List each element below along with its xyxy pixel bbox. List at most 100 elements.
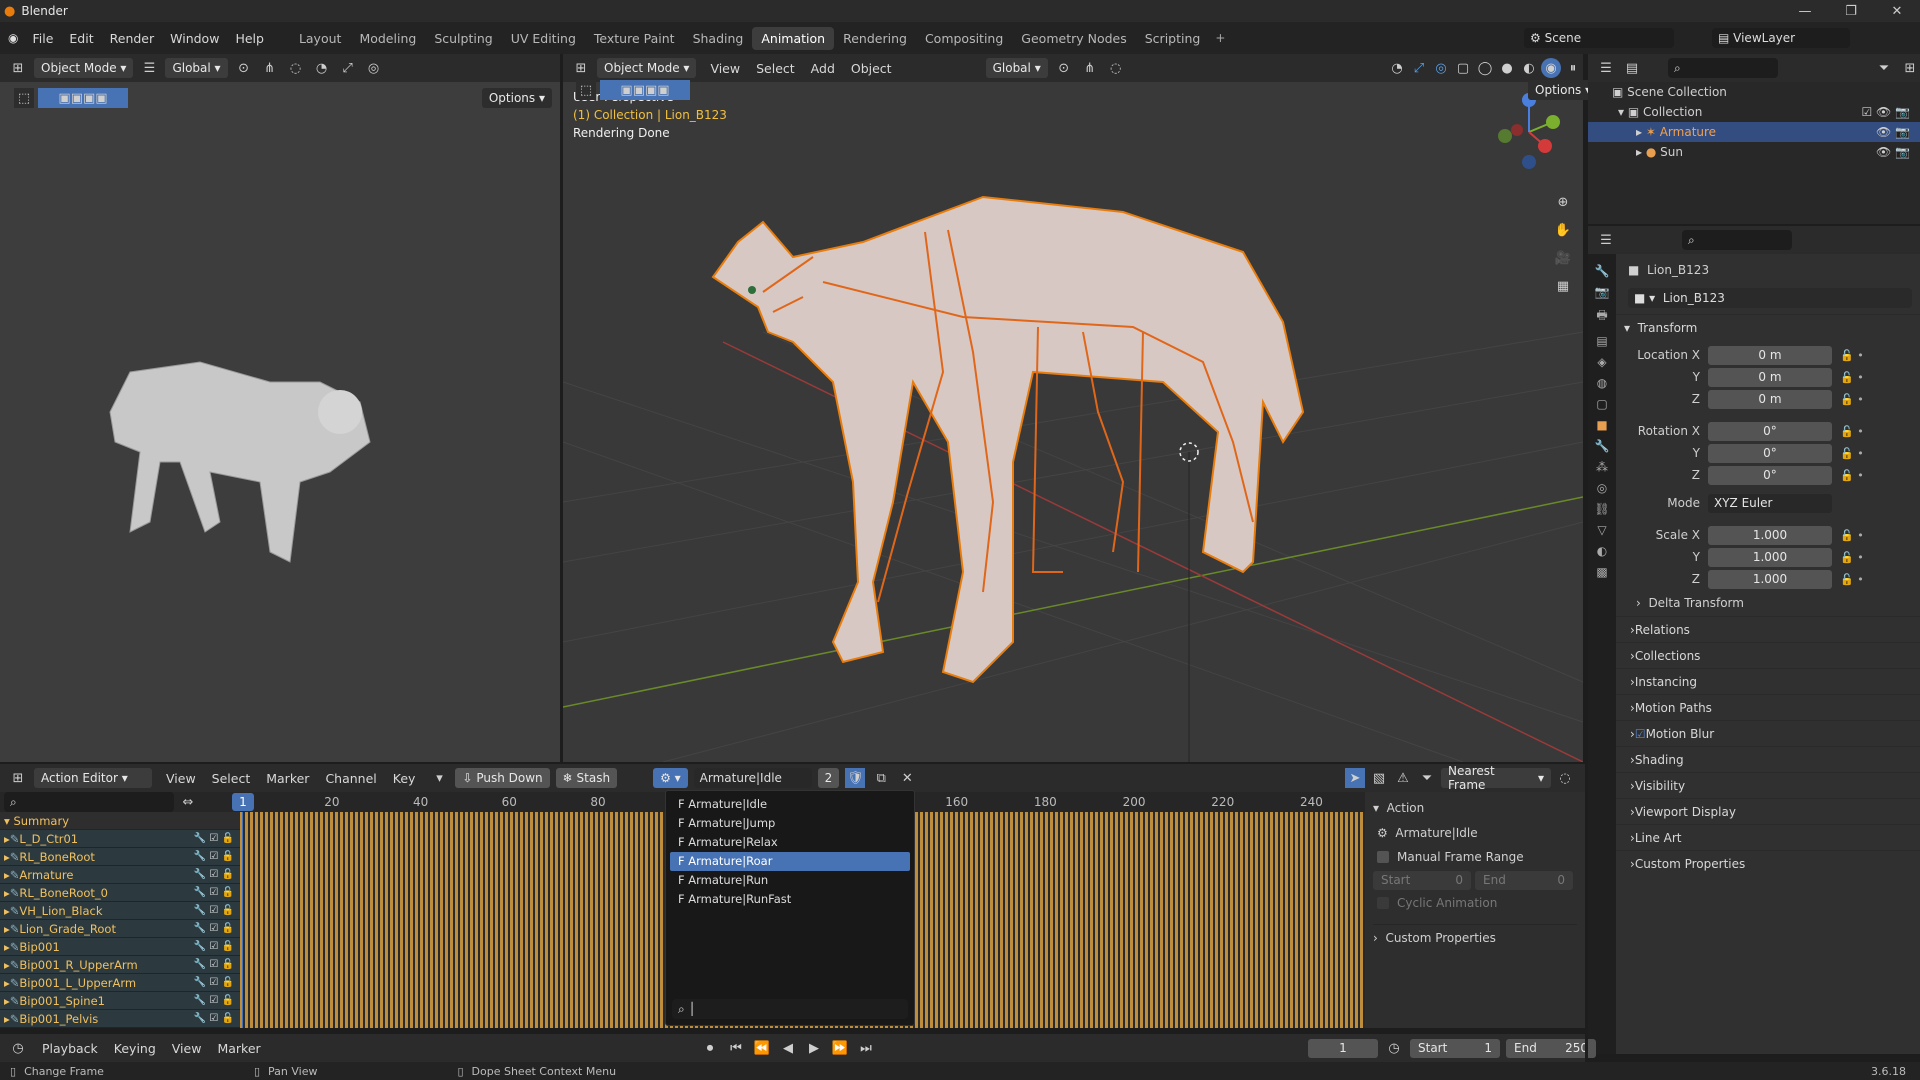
output-tab-icon[interactable]: 🖶 <box>1596 306 1607 327</box>
channel-toggle-icons[interactable]: 🔧 ☑ 🔓 <box>194 959 234 970</box>
channel-row[interactable]: ▸ ✎ Bip001_Pelvis 🔧 ☑ 🔓 <box>0 1010 240 1028</box>
pivot-icon[interactable]: ⊙ <box>1054 58 1074 78</box>
tab-compositing[interactable]: Compositing <box>916 27 1012 50</box>
transform-value-field[interactable]: 0° <box>1708 465 1832 485</box>
pivot-icon[interactable]: ⊙ <box>234 58 254 78</box>
transform-value-field[interactable]: 1.000 <box>1708 547 1832 567</box>
left-viewport[interactable]: ⬚ ▣▣▣▣ Options ▾ <box>0 82 560 762</box>
editor-type-icon[interactable]: ⊞ <box>571 58 591 78</box>
particles-tab-icon[interactable]: ⁂ <box>1596 460 1608 474</box>
timeline-menu-view[interactable]: View <box>164 1041 210 1056</box>
jump-prev-key-icon[interactable]: ⏪ <box>752 1038 772 1058</box>
modifier-tab-icon[interactable]: 🔧 <box>1595 439 1610 453</box>
visibility-toggles[interactable]: 👁 📷 <box>1876 125 1910 139</box>
action-list-item[interactable]: F Armature|Jump <box>670 814 910 833</box>
delta-transform-row[interactable]: › Delta Transform <box>1616 590 1920 616</box>
action-menu-select[interactable]: Select <box>204 771 259 786</box>
collection-tab-icon[interactable]: ▢ <box>1596 397 1607 411</box>
only-selected-icon[interactable]: ➤ <box>1345 768 1365 788</box>
object-datablock-field[interactable]: ■ ▾ Lion_B123 <box>1628 288 1912 308</box>
editor-type-icon[interactable]: ⊞ <box>8 58 28 78</box>
left-mode-dropdown[interactable]: Object Mode ▾ <box>34 58 134 78</box>
channel-toggle-icons[interactable]: 🔧 ☑ 🔓 <box>194 923 234 934</box>
lock-icon[interactable]: 🔓 • <box>1840 393 1864 406</box>
rotation-mode-dropdown[interactable]: XYZ Euler <box>1708 493 1832 513</box>
channel-toggle-icons[interactable]: 🔧 ☑ 🔓 <box>194 851 234 862</box>
record-icon[interactable]: ⏺ <box>700 1038 720 1058</box>
filter-icon[interactable]: ⏷ <box>1874 58 1894 78</box>
left-orientation-dropdown[interactable]: Global ▾ <box>165 58 228 78</box>
visibility-toggles[interactable]: 👁 📷 <box>1876 145 1910 159</box>
editor-type-icon[interactable]: ☰ <box>1596 58 1616 78</box>
proportional-icon[interactable]: ◌ <box>1106 58 1126 78</box>
pause-icon[interactable]: ⏸ <box>1563 58 1583 78</box>
section-relations[interactable]: › Relations <box>1616 616 1920 642</box>
lock-icon[interactable]: 🔓 • <box>1840 447 1864 460</box>
channel-toggle-icons[interactable]: 🔧 ☑ 🔓 <box>194 1013 234 1024</box>
main-viewport[interactable]: User Perspective (1) Collection | Lion_B… <box>563 82 1583 762</box>
channel-row[interactable]: ▸ ✎ VH_Lion_Black 🔧 ☑ 🔓 <box>0 902 240 920</box>
gizmo-icon[interactable]: ⤢ <box>338 58 358 78</box>
transform-value-field[interactable]: 1.000 <box>1708 569 1832 589</box>
unlink-action-icon[interactable]: ✕ <box>897 768 917 788</box>
tab-rendering[interactable]: Rendering <box>834 27 916 50</box>
jump-start-icon[interactable]: ⏮ <box>726 1038 746 1058</box>
visibility-icon[interactable]: ◔ <box>312 58 332 78</box>
scene-tab-icon[interactable]: ◈ <box>1597 355 1606 369</box>
section-custom-properties[interactable]: › Custom Properties <box>1616 850 1920 876</box>
channel-toggle-icons[interactable]: 🔧 ☑ 🔓 <box>194 869 234 880</box>
minimize-icon[interactable]: — <box>1782 4 1828 19</box>
snap-icon[interactable]: ⋔ <box>260 58 280 78</box>
channel-row[interactable]: ▸ ✎ Bip001_Spine1 🔧 ☑ 🔓 <box>0 992 240 1010</box>
timeline-menu-keying[interactable]: Keying <box>106 1041 164 1056</box>
tab-animation[interactable]: Animation <box>752 26 835 50</box>
action-section-header[interactable]: ▾ Action <box>1373 796 1577 820</box>
visibility-toggles[interactable]: ☑ 👁 📷 <box>1861 105 1910 119</box>
action-list-item[interactable]: F Armature|Idle <box>670 795 910 814</box>
hamburger-icon[interactable]: ☰ <box>139 58 159 78</box>
action-list-item[interactable]: F Armature|Run <box>670 871 910 890</box>
channel-toggle-icons[interactable]: 🔧 ☑ 🔓 <box>194 995 234 1006</box>
preview-range-icon[interactable]: ◷ <box>1384 1038 1404 1058</box>
stash-button[interactable]: ❄ Stash <box>555 768 618 788</box>
solid-shading-icon[interactable]: ● <box>1497 58 1517 78</box>
action-list-item[interactable]: F Armature|Roar <box>670 852 910 871</box>
menu-help[interactable]: Help <box>227 31 272 46</box>
channel-toggle-icons[interactable]: 🔧 ☑ 🔓 <box>194 833 234 844</box>
action-menu-view[interactable]: View <box>158 771 204 786</box>
jump-next-key-icon[interactable]: ⏩ <box>830 1038 850 1058</box>
snap-icon[interactable]: ⋔ <box>1080 58 1100 78</box>
channel-toggle-icons[interactable]: 🔧 ☑ 🔓 <box>194 977 234 988</box>
navigation-gizmo[interactable] <box>1489 92 1569 172</box>
filter-icon[interactable]: ⏷ <box>1417 768 1437 788</box>
collection-row[interactable]: ▾ ▣ Collection ☑ 👁 📷 <box>1588 102 1920 122</box>
channel-row[interactable]: ▸ ✎ Bip001 🔧 ☑ 🔓 <box>0 938 240 956</box>
current-frame-field[interactable]: 1 <box>1308 1038 1378 1058</box>
keyframe-up-icon[interactable]: ▾ <box>429 768 449 788</box>
lock-icon[interactable]: 🔓 • <box>1840 425 1864 438</box>
physics-tab-icon[interactable]: ◎ <box>1597 481 1607 495</box>
current-frame-marker[interactable]: 1 <box>232 793 254 811</box>
gizmo-icon[interactable]: ⤢ <box>1409 58 1429 78</box>
ortho-grid-icon[interactable]: ▦ <box>1553 276 1573 296</box>
transform-value-field[interactable]: 1.000 <box>1708 525 1832 545</box>
world-tab-icon[interactable]: ◍ <box>1597 376 1607 390</box>
lock-icon[interactable]: 🔓 • <box>1840 469 1864 482</box>
push-down-button[interactable]: ⇩ Push Down <box>455 768 550 788</box>
select-mode-icon[interactable]: ▣▣▣▣ <box>600 80 690 100</box>
menu-edit[interactable]: Edit <box>61 31 101 46</box>
section-collections[interactable]: › Collections <box>1616 642 1920 668</box>
overlay-icon[interactable]: ◎ <box>364 58 384 78</box>
channel-toggle-icons[interactable]: 🔧 ☑ 🔓 <box>194 941 234 952</box>
visibility-icon[interactable]: ◔ <box>1387 58 1407 78</box>
tab-shading[interactable]: Shading <box>684 27 753 50</box>
jump-end-icon[interactable]: ⏭ <box>856 1038 876 1058</box>
fake-user-icon[interactable]: 🛡 <box>845 768 866 788</box>
action-filter-input[interactable]: ⌕ │ <box>672 999 908 1019</box>
section-instancing[interactable]: › Instancing <box>1616 668 1920 694</box>
action-datablock-row[interactable]: ⚙ Armature|Idle <box>1373 820 1577 846</box>
section-line-art[interactable]: › Line Art <box>1616 824 1920 850</box>
material-shading-icon[interactable]: ◐ <box>1519 58 1539 78</box>
maximize-icon[interactable]: ❐ <box>1828 4 1874 19</box>
add-workspace-icon[interactable]: + <box>1215 31 1225 45</box>
